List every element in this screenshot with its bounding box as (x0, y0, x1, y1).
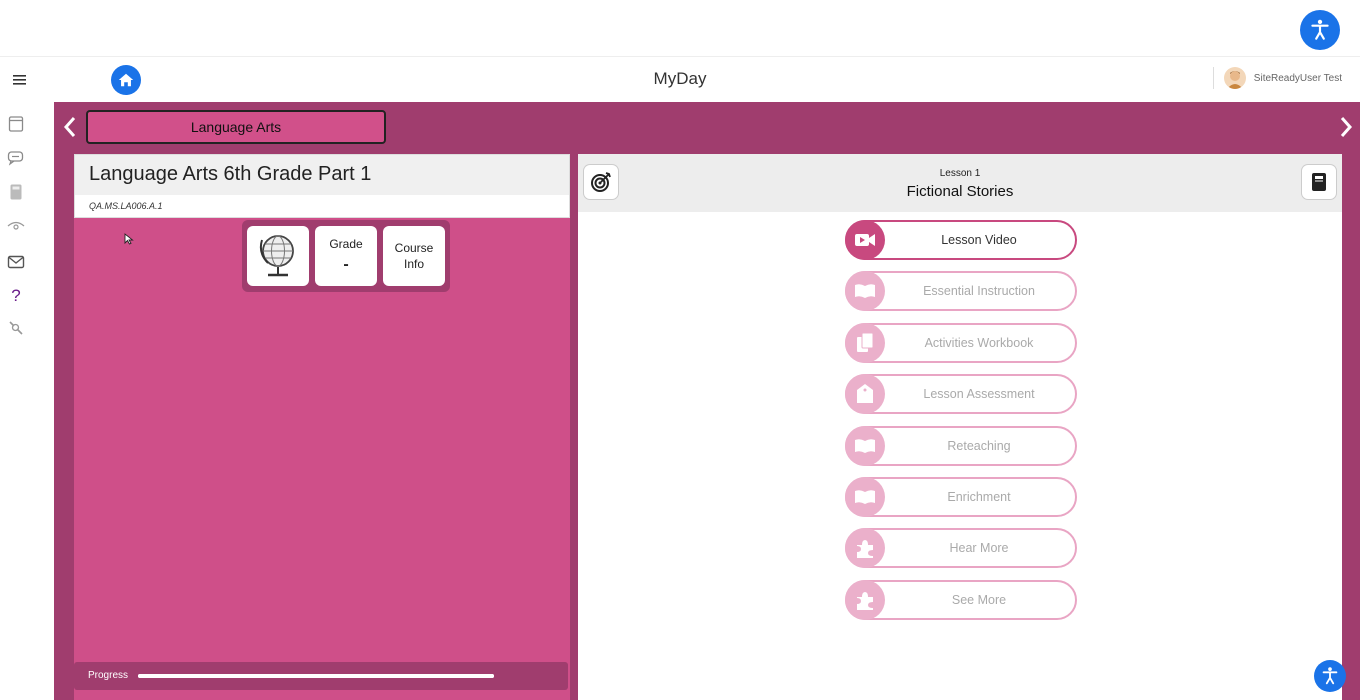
course-info-label-1: Course (394, 240, 434, 255)
mail-icon[interactable] (6, 252, 26, 272)
book-icon (845, 271, 885, 312)
help-icon[interactable]: ? (6, 286, 26, 306)
next-subject-arrow[interactable] (1336, 114, 1356, 140)
lesson-item-label: See More (951, 592, 1007, 607)
course-info-label-2: Info (403, 257, 424, 271)
course-panel: Language Arts 6th Grade Part 1 QA.MS.LA0… (74, 154, 570, 700)
chevron-left-icon (63, 117, 76, 137)
app-title: MyDay (653, 69, 707, 88)
lesson-item-label: Lesson Assessment (923, 387, 1035, 402)
video-icon (845, 220, 885, 260)
puzzle-icon (845, 528, 885, 569)
lesson-item-label: Essential Instruction (923, 284, 1035, 299)
user-name: SiteReadyUser Test (1253, 72, 1342, 84)
progress-bar: Progress (74, 662, 568, 690)
messages-icon[interactable] (6, 148, 26, 168)
lesson-item[interactable]: Reteaching (845, 425, 1077, 466)
book-icon (845, 425, 885, 466)
avatar (1223, 67, 1246, 89)
chevron-right-icon (1340, 117, 1353, 137)
lesson-item-label: Lesson Video (941, 233, 1017, 247)
user-menu[interactable]: SiteReadyUser Test (1212, 67, 1342, 89)
course-code: QA.MS.LA006.A.1 (89, 201, 163, 211)
calendar-icon[interactable] (6, 114, 26, 134)
notebook-button[interactable] (1302, 165, 1336, 199)
course-title: Language Arts 6th Grade Part 1 (89, 163, 372, 185)
left-sidebar: ? (0, 102, 54, 700)
lesson-item[interactable]: Lesson Video (845, 220, 1077, 260)
home-icon (118, 73, 134, 87)
accessibility-button[interactable] (1300, 10, 1340, 50)
lesson-item[interactable]: See More (845, 579, 1077, 620)
lesson-resource-list: Lesson Video Essential Instruction Activit… (845, 220, 1077, 631)
course-tools: Grade - Course Info (242, 220, 450, 292)
lesson-item[interactable]: Lesson Assessment (845, 374, 1077, 415)
pages-icon (845, 322, 885, 363)
lesson-panel: Lesson 1 Fictional Stories Lesson Video E… (578, 154, 1342, 700)
previous-subject-arrow[interactable] (60, 114, 80, 140)
subject-tab[interactable]: Language Arts (86, 110, 386, 144)
course-info-button[interactable]: Course Info (383, 226, 445, 286)
accessibility-button-bottom[interactable] (1314, 660, 1346, 692)
top-bar: MyDay SiteReadyUser Test (0, 56, 1360, 103)
lesson-item[interactable]: Activities Workbook (845, 322, 1077, 363)
wrench-icon[interactable] (6, 318, 26, 338)
accessibility-icon (1322, 667, 1338, 685)
lesson-item-label: Enrichment (947, 489, 1011, 504)
lesson-number: Lesson 1 (939, 168, 981, 179)
globe-button[interactable] (247, 226, 309, 286)
hamburger-menu-icon[interactable] (10, 70, 30, 90)
grade-button[interactable]: Grade - (315, 226, 377, 286)
progress-label: Progress (88, 670, 129, 681)
grade-label: Grade (329, 237, 363, 252)
lesson-header: Lesson 1 Fictional Stories (578, 154, 1342, 212)
progress-fill (138, 674, 494, 678)
globe-icon (259, 235, 294, 277)
lesson-item[interactable]: Essential Instruction (845, 271, 1077, 312)
lesson-item[interactable]: Enrichment (845, 476, 1077, 517)
mouse-cursor-icon (124, 232, 134, 245)
lesson-item-label: Reteaching (947, 438, 1011, 453)
lesson-item-label: Hear More (949, 541, 1009, 556)
book-icon (845, 476, 885, 517)
puzzle-icon (845, 579, 885, 620)
progress-track (138, 674, 494, 678)
lesson-title: Fictional Stories (906, 183, 1014, 200)
home-button[interactable] (111, 65, 141, 95)
accessibility-icon (1311, 19, 1329, 40)
grade-value: - (343, 256, 349, 274)
main-stage: Language Arts Language Arts 6th Grade Pa… (54, 102, 1360, 700)
course-header: Language Arts 6th Grade Part 1 QA.MS.LA0… (74, 154, 570, 218)
eye-icon[interactable] (6, 216, 26, 236)
calculator-icon[interactable] (6, 182, 26, 202)
lesson-item-label: Activities Workbook (924, 335, 1034, 350)
lesson-item[interactable]: Hear More (845, 528, 1077, 569)
notebook-icon (1312, 173, 1326, 191)
tag-check-icon (845, 374, 885, 415)
